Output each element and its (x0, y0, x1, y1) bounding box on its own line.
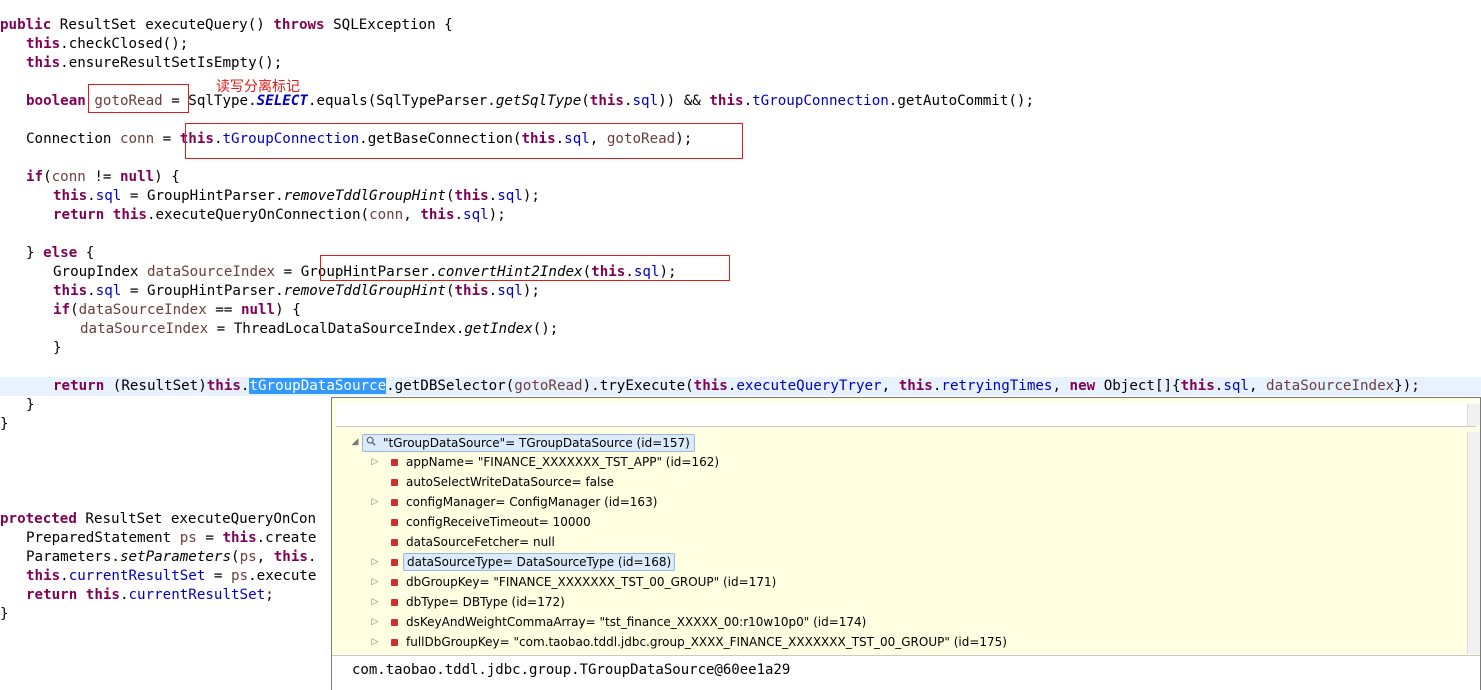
tree-field-row[interactable]: ▷ fullDbGroupKey= "com.taobao.tddl.jdbc.… (332, 632, 1432, 652)
tree-scrollbar[interactable] (1467, 432, 1480, 654)
root-label: "tGroupDataSource"= TGroupDataSource (id… (383, 436, 690, 450)
code-line-prepared[interactable]: PreparedStatement ps = this.create (26, 529, 316, 548)
field-icon (391, 499, 398, 506)
field-icon (391, 619, 398, 626)
annotation-box-ds-index (320, 255, 730, 281)
field-label: dbType= DBType (id=172) (406, 595, 565, 609)
tree-field-row[interactable]: ▷ dbType= DBType (id=172) (332, 592, 1432, 612)
annotation-label: 读写分离标记 (216, 79, 300, 95)
field-icon (391, 639, 398, 646)
field-label: configManager= ConfigManager (id=163) (406, 495, 658, 509)
expand-arrow-icon[interactable]: ▷ (370, 612, 380, 632)
code-line-signature[interactable]: public ResultSet executeQuery() throws S… (0, 16, 453, 35)
code-line-else[interactable]: } else { (26, 244, 94, 263)
expand-arrow-icon[interactable]: ▷ (370, 632, 380, 652)
tree-field-row[interactable]: autoSelectWriteDataSource= false (332, 472, 1432, 492)
field-icon (391, 599, 398, 606)
field-icon (391, 559, 398, 566)
magnifier-icon (366, 436, 376, 446)
code-line-current-rs[interactable]: this.currentResultSet = ps.execute (26, 567, 316, 586)
popup-toolbar (336, 402, 1476, 427)
field-label: fullDbGroupKey= "com.taobao.tddl.jdbc.gr… (406, 635, 1007, 649)
tree-field-row[interactable]: ▷ dbGroupKey= "FINANCE_XXXXXXX_TST_00_GR… (332, 572, 1432, 592)
code-line-remove-hint-1[interactable]: this.sql = GroupHintParser.removeTddlGro… (53, 187, 540, 206)
code-line-parameters[interactable]: Parameters.setParameters(ps, this. (26, 548, 316, 567)
field-label: dsKeyAndWeightCommaArray= "tst_finance_X… (406, 615, 867, 629)
code-line-if-conn[interactable]: if(conn != null) { (26, 168, 180, 187)
annotation-box-connection (185, 123, 743, 159)
code-line-if-ds-null[interactable]: if(dataSourceIndex == null) { (53, 301, 301, 320)
tree-field-row-highlighted[interactable]: ▷ dataSourceType= DataSourceType (id=168… (332, 552, 1432, 572)
expand-arrow-icon[interactable]: ▷ (370, 552, 380, 572)
root-label-box[interactable]: "tGroupDataSource"= TGroupDataSource (id… (362, 434, 695, 452)
code-line-close-method-1[interactable]: } (0, 415, 9, 434)
expand-arrow-icon[interactable]: ▷ (370, 492, 380, 512)
tree-field-row[interactable]: configReceiveTimeout= 10000 (332, 512, 1432, 532)
code-line-ensure-empty[interactable]: this.ensureResultSetIsEmpty(); (26, 54, 282, 73)
field-label: dataSourceType= DataSourceType (id=168) (403, 553, 676, 571)
field-icon (391, 579, 398, 586)
field-label: configReceiveTimeout= 10000 (406, 515, 591, 529)
detail-pane[interactable]: com.taobao.tddl.jdbc.group.TGroupDataSou… (332, 655, 1480, 690)
tree-field-row[interactable]: dataSourceFetcher= null (332, 532, 1432, 552)
code-line-return-try[interactable]: return (ResultSet)this.tGroupDataSource.… (0, 377, 1481, 396)
detail-text[interactable]: com.taobao.tddl.jdbc.group.TGroupDataSou… (352, 662, 790, 678)
collapse-arrow-icon[interactable]: ◢ (350, 432, 360, 452)
field-label: dbGroupKey= "FINANCE_XXXXXXX_TST_00_GROU… (406, 575, 777, 589)
field-label: dataSourceFetcher= null (406, 535, 555, 549)
code-line-return-on-conn[interactable]: return this.executeQueryOnConnection(con… (53, 206, 506, 225)
annotation-box-goto-read (88, 84, 189, 113)
field-icon (391, 539, 398, 546)
field-label: autoSelectWriteDataSource= false (406, 475, 614, 489)
selected-token[interactable]: tGroupDataSource (249, 378, 387, 394)
field-label: appName= "FINANCE_XXXXXXX_TST_APP" (id=1… (406, 455, 720, 469)
tree-root-node[interactable]: ◢ "tGroupDataSource"= TGroupDataSource (… (332, 432, 695, 452)
debug-hover-popup[interactable]: ◢ "tGroupDataSource"= TGroupDataSource (… (331, 397, 1481, 690)
tree-field-row[interactable]: ▷ configManager= ConfigManager (id=163) (332, 492, 1432, 512)
code-line-close-inner[interactable]: } (53, 339, 62, 358)
field-icon (391, 459, 398, 466)
code-line-return-rs[interactable]: return this.currentResultSet; (26, 586, 274, 605)
tree-field-row[interactable]: ▷ dsKeyAndWeightCommaArray= "tst_finance… (332, 612, 1432, 632)
expand-arrow-icon[interactable]: ▷ (370, 572, 380, 592)
field-icon (391, 519, 398, 526)
code-line-thread-local[interactable]: dataSourceIndex = ThreadLocalDataSourceI… (80, 320, 558, 339)
code-line-check-closed[interactable]: this.checkClosed(); (26, 35, 188, 54)
tree-field-row[interactable]: ▷ appName= "FINANCE_XXXXXXX_TST_APP" (id… (332, 452, 1432, 472)
field-icon (391, 479, 398, 486)
code-line-close-else[interactable]: } (26, 396, 35, 415)
code-line-method2-signature[interactable]: protected ResultSet executeQueryOnCon (0, 510, 316, 529)
code-line-close-method-2[interactable]: } (0, 605, 9, 624)
code-line-remove-hint-2[interactable]: this.sql = GroupHintParser.removeTddlGro… (53, 282, 540, 301)
popup-top-scrollbar[interactable] (1467, 404, 1480, 426)
expand-arrow-icon[interactable]: ▷ (370, 592, 380, 612)
expand-arrow-icon[interactable]: ▷ (370, 452, 380, 472)
